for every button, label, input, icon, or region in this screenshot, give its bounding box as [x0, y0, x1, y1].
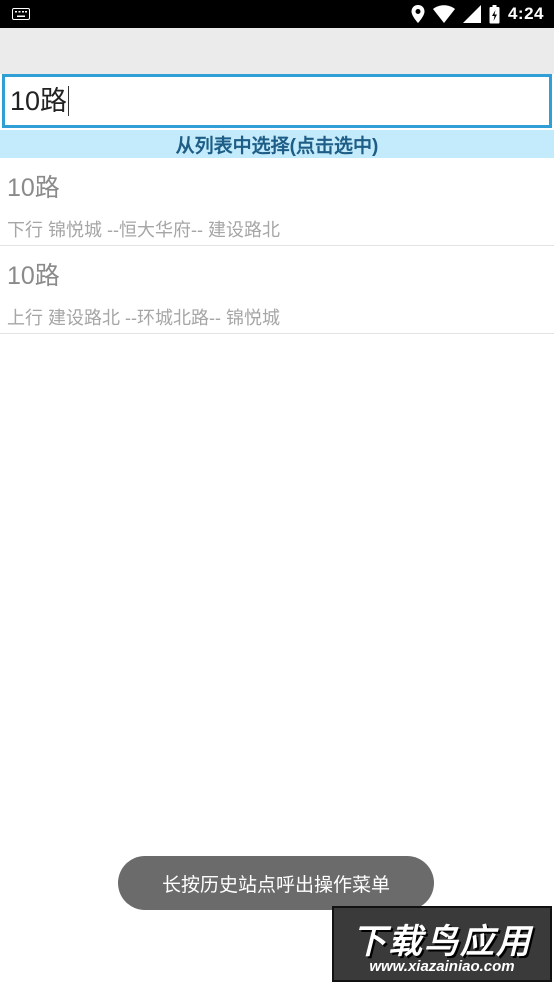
search-input-text: 10路 [10, 85, 68, 116]
watermark-title: 下载鸟应用 [352, 923, 532, 961]
route-name: 10路 [7, 174, 60, 202]
app-screen: 4:24 10路 从列表中选择(点击选中) 10路 下行 锦悦城 --恒大华府-… [0, 0, 554, 984]
keyboard-icon [12, 8, 30, 20]
signal-icon [462, 5, 481, 23]
list-header: 从列表中选择(点击选中) [0, 130, 554, 158]
app-bar [0, 28, 554, 74]
location-icon [411, 5, 425, 23]
text-caret [68, 86, 70, 116]
route-name: 10路 [7, 262, 60, 290]
wifi-icon [432, 5, 455, 23]
search-input-value: 10路 [10, 85, 70, 116]
route-description: 下行 锦悦城 --恒大华府-- 建设路北 [7, 220, 280, 240]
battery-icon [489, 4, 500, 24]
route-description: 上行 建设路北 --环城北路-- 锦悦城 [7, 308, 280, 328]
status-bar: 4:24 [0, 0, 554, 28]
route-result-list: 10路 下行 锦悦城 --恒大华府-- 建设路北 10路 上行 建设路北 --环… [0, 158, 554, 334]
status-time: 4:24 [507, 4, 544, 23]
route-search-input[interactable]: 10路 [2, 74, 552, 128]
route-list-item[interactable]: 10路 上行 建设路北 --环城北路-- 锦悦城 [0, 246, 554, 334]
toast-message: 长按历史站点呼出操作菜单 [118, 856, 434, 910]
route-list-item[interactable]: 10路 下行 锦悦城 --恒大华府-- 建设路北 [0, 158, 554, 246]
watermark-url: www.xiazainiao.com [369, 958, 515, 975]
watermark-logo: 下载鸟应用 www.xiazainiao.com [332, 906, 552, 982]
